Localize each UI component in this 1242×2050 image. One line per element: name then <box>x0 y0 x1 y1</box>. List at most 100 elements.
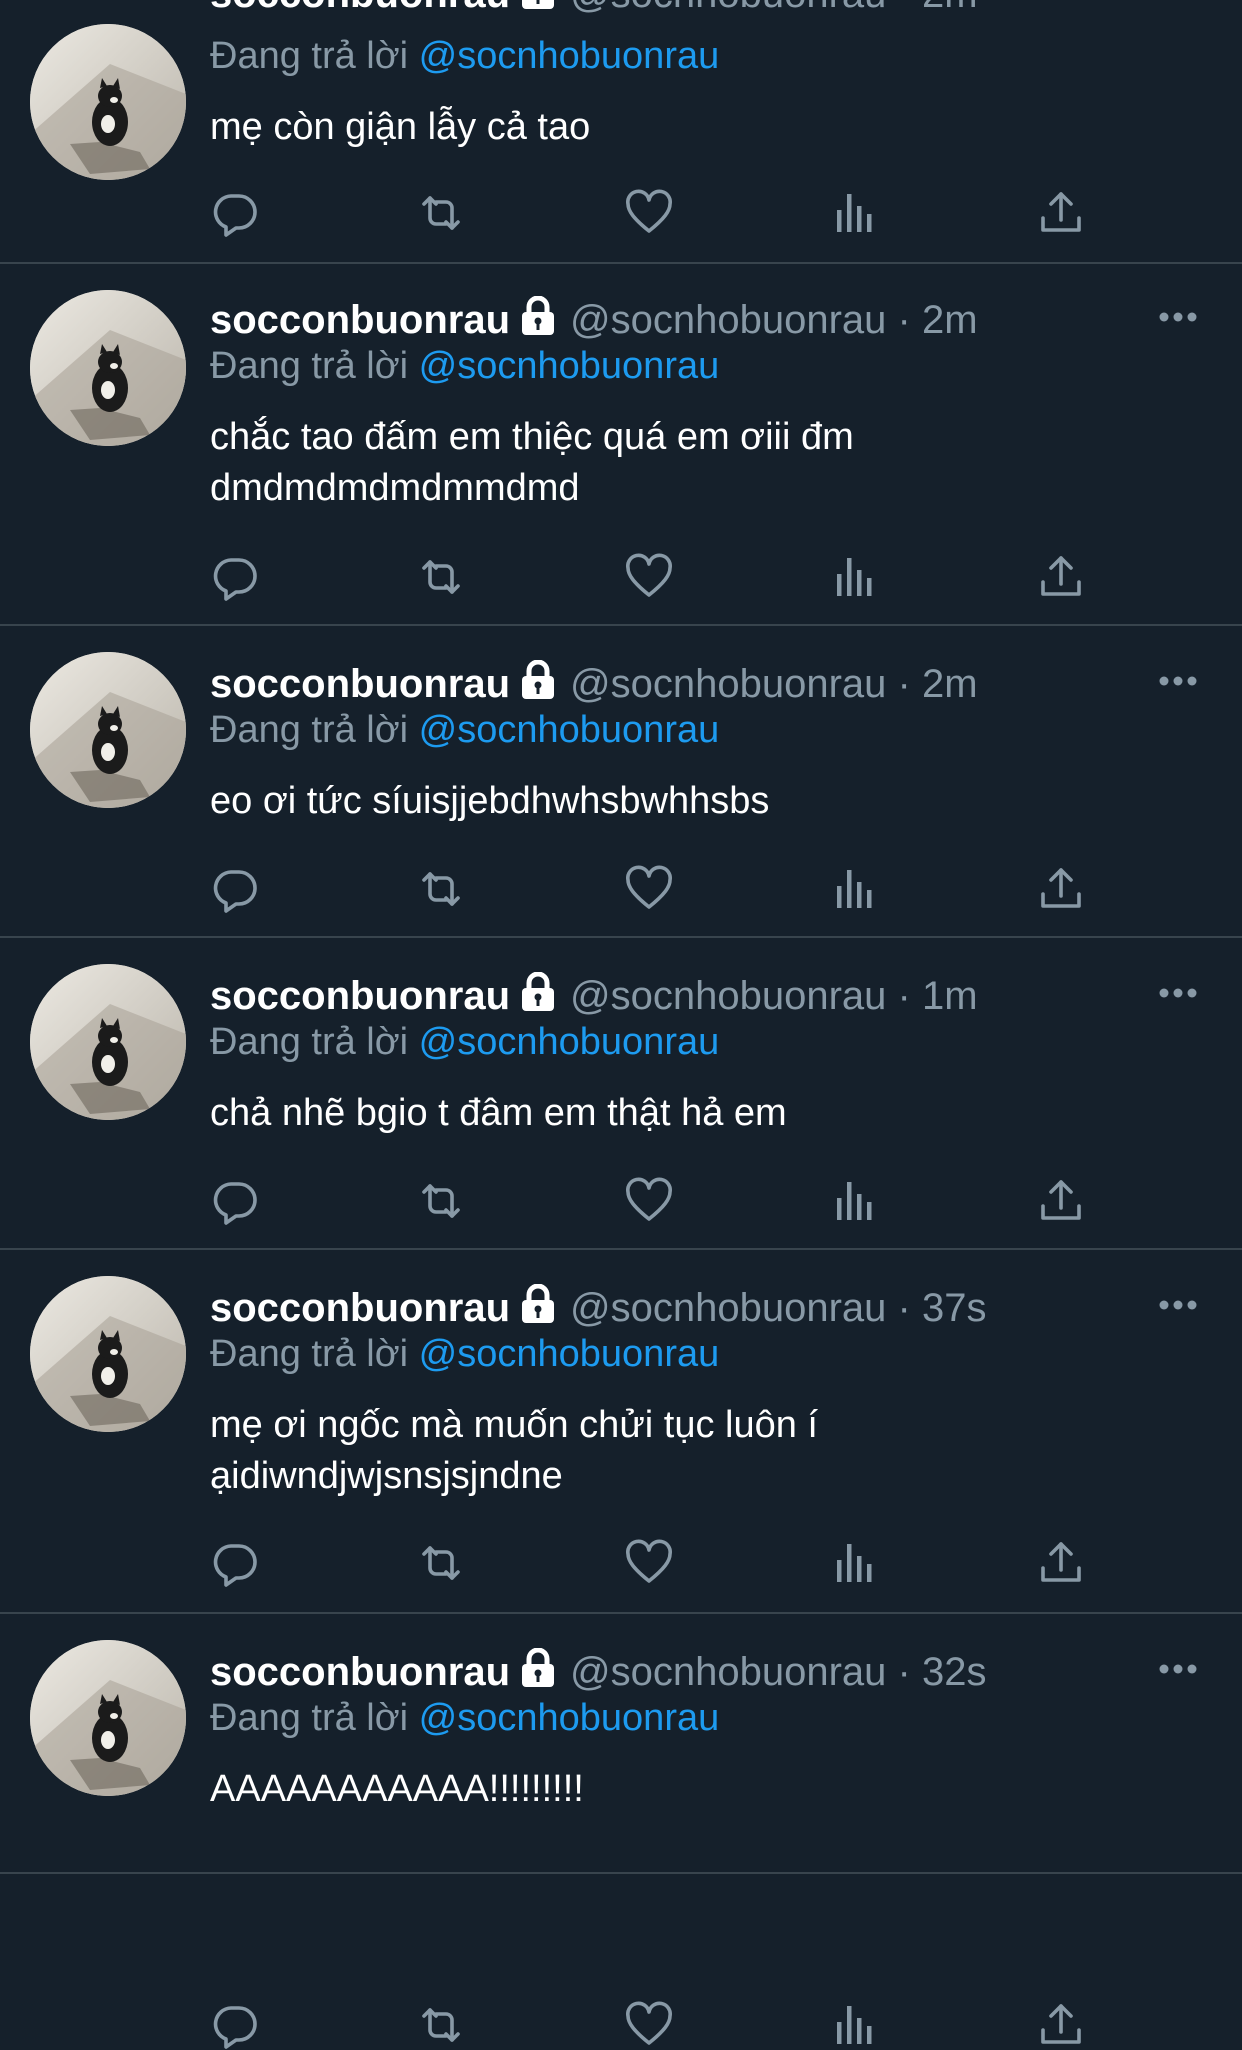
reply-context: Đang trả lời @socnhobuonrau <box>210 1332 719 1376</box>
reply-context: Đang trả lời @socnhobuonrau <box>210 344 719 388</box>
timestamp[interactable]: 37s <box>922 1286 987 1330</box>
lock-icon <box>520 659 556 709</box>
reply-to-handle-link[interactable]: @socnhobuonrau <box>419 1333 720 1375</box>
reply-icon[interactable] <box>210 1176 260 1226</box>
lock-icon <box>520 1283 556 1333</box>
avatar[interactable] <box>30 964 186 1120</box>
reply-label: Đang trả lời <box>210 35 409 77</box>
retweet-icon[interactable] <box>416 864 466 914</box>
reply-icon[interactable] <box>210 864 260 914</box>
analytics-icon[interactable] <box>830 552 880 602</box>
tweet-text: mẹ ơi ngốc mà muốn chửi tục luôn í ạidiw… <box>210 1404 818 1497</box>
tweet[interactable]: socconbuonrau @socnhobuonrau · 32s Đang … <box>0 1614 1242 2049</box>
separator: · <box>897 298 911 342</box>
reply-to-handle-link[interactable]: @socnhobuonrau <box>419 35 720 77</box>
separator: · <box>897 1286 911 1330</box>
timestamp[interactable]: 2m <box>922 298 978 342</box>
user-handle[interactable]: @socnhobuonrau <box>570 0 886 16</box>
tweet-header: socconbuonrau @socnhobuonrau · 37s <box>210 1283 987 1330</box>
timestamp[interactable]: 32s <box>922 1650 987 1694</box>
tweet[interactable]: socconbuonrau @socnhobuonrau · 1m Đang t… <box>0 938 1242 1250</box>
display-name[interactable]: socconbuonrau <box>210 974 510 1018</box>
lock-icon <box>520 971 556 1021</box>
retweet-icon[interactable] <box>416 2000 466 2050</box>
tweet-text: eo ơi tức síuisjjebdhwhsbwhhsbs <box>210 780 770 822</box>
heart-icon[interactable] <box>624 1538 674 1588</box>
more-horizontal-icon[interactable] <box>1158 986 1198 998</box>
reply-label: Đang trả lời <box>210 709 409 751</box>
more-horizontal-icon[interactable] <box>1158 674 1198 686</box>
reply-context: Đang trả lời @socnhobuonrau <box>210 34 719 78</box>
heart-icon[interactable] <box>624 188 674 238</box>
separator: · <box>897 1650 911 1694</box>
heart-icon[interactable] <box>624 2000 674 2050</box>
reply-to-handle-link[interactable]: @socnhobuonrau <box>419 1021 720 1063</box>
user-handle[interactable]: @socnhobuonrau <box>570 1286 886 1330</box>
analytics-icon[interactable] <box>830 1176 880 1226</box>
separator: · <box>898 0 911 16</box>
tweet-text: chắc tao đấm em thiệc quá em ơiii đm dmd… <box>210 416 854 509</box>
share-icon[interactable] <box>1036 2000 1086 2050</box>
avatar[interactable] <box>30 1276 186 1432</box>
retweet-icon[interactable] <box>416 552 466 602</box>
heart-icon[interactable] <box>624 1176 674 1226</box>
retweet-icon[interactable] <box>416 1538 466 1588</box>
reply-icon[interactable] <box>210 552 260 602</box>
display-name[interactable]: socconbuonrau <box>210 1286 510 1330</box>
tweet-actions <box>210 864 1110 914</box>
analytics-icon[interactable] <box>830 2000 880 2050</box>
reply-label: Đang trả lời <box>210 1021 409 1063</box>
display-name[interactable]: socconbuonrau <box>210 0 510 16</box>
tweet-header: socconbuonrau @socnhobuonrau · 2m <box>210 295 978 342</box>
share-icon[interactable] <box>1036 552 1086 602</box>
separator: · <box>897 662 911 706</box>
share-icon[interactable] <box>1036 1176 1086 1226</box>
analytics-icon[interactable] <box>830 1538 880 1588</box>
user-handle[interactable]: @socnhobuonrau <box>570 298 886 342</box>
user-handle[interactable]: @socnhobuonrau <box>570 1650 886 1694</box>
tweet-header: socconbuonrau @socnhobuonrau · 2m <box>210 659 978 706</box>
retweet-icon[interactable] <box>416 1176 466 1226</box>
reply-to-handle-link[interactable]: @socnhobuonrau <box>419 709 720 751</box>
user-handle[interactable]: @socnhobuonrau <box>570 974 886 1018</box>
reply-icon[interactable] <box>210 2000 260 2050</box>
retweet-icon[interactable] <box>416 188 466 238</box>
tweet-text: chả nhẽ bgio t đâm em thật hả em <box>210 1092 787 1134</box>
timestamp[interactable]: 2m <box>922 662 978 706</box>
reply-to-handle-link[interactable]: @socnhobuonrau <box>419 1697 720 1739</box>
lock-icon <box>520 0 556 19</box>
lock-icon <box>520 1647 556 1697</box>
avatar[interactable] <box>30 652 186 808</box>
avatar[interactable] <box>30 24 186 180</box>
analytics-icon[interactable] <box>830 188 880 238</box>
heart-icon[interactable] <box>624 864 674 914</box>
reply-icon[interactable] <box>210 188 260 238</box>
tweet[interactable]: socconbuonrau @socnhobuonrau · 37s Đang … <box>0 1250 1242 1614</box>
tweet-text: AAAAAAAAAAA!!!!!!!!! <box>210 1768 584 1810</box>
user-handle[interactable]: @socnhobuonrau <box>570 662 886 706</box>
tweet[interactable]: socconbuonrau @socnhobuonrau · 2m Đang t… <box>0 626 1242 938</box>
reply-icon[interactable] <box>210 1538 260 1588</box>
reply-label: Đang trả lời <box>210 345 409 387</box>
more-horizontal-icon[interactable] <box>1158 1298 1198 1310</box>
reply-context: Đang trả lời @socnhobuonrau <box>210 1020 719 1064</box>
tweet[interactable]: socconbuonrau @socnhobuonrau · 2m Đang t… <box>0 0 1242 264</box>
reply-to-handle-link[interactable]: @socnhobuonrau <box>419 345 720 387</box>
avatar[interactable] <box>30 1640 186 1796</box>
share-icon[interactable] <box>1036 864 1086 914</box>
more-horizontal-icon[interactable] <box>1158 310 1198 322</box>
avatar[interactable] <box>30 290 186 446</box>
tweet[interactable]: socconbuonrau @socnhobuonrau · 2m Đang t… <box>0 264 1242 626</box>
timestamp[interactable]: 1m <box>922 974 978 1018</box>
more-horizontal-icon[interactable] <box>1158 1662 1198 1674</box>
analytics-icon[interactable] <box>830 864 880 914</box>
display-name[interactable]: socconbuonrau <box>210 1650 510 1694</box>
display-name[interactable]: socconbuonrau <box>210 662 510 706</box>
heart-icon[interactable] <box>624 552 674 602</box>
tweet-text: mẹ còn giận lẫy cả tao <box>210 106 591 148</box>
timestamp[interactable]: 2m <box>922 0 978 16</box>
display-name[interactable]: socconbuonrau <box>210 298 510 342</box>
share-icon[interactable] <box>1036 1538 1086 1588</box>
share-icon[interactable] <box>1036 188 1086 238</box>
separator: · <box>897 974 911 1018</box>
